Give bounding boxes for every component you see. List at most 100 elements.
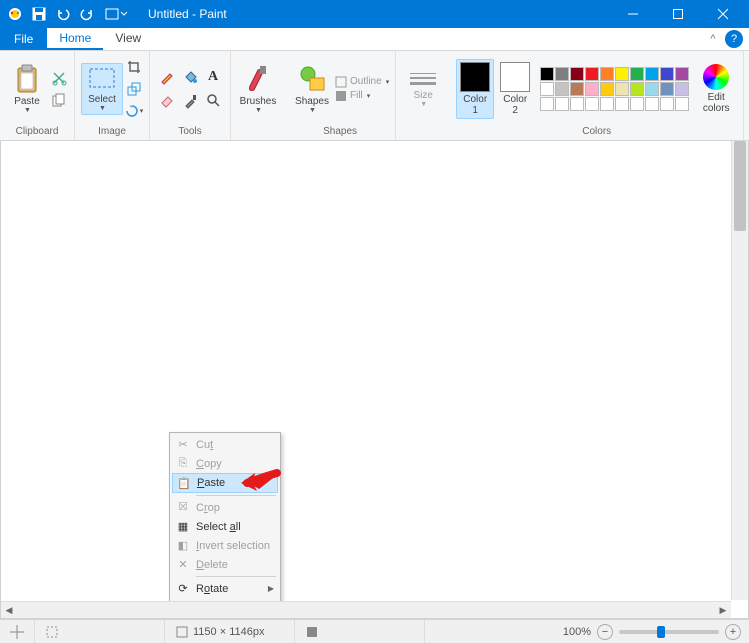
- color-swatch[interactable]: [570, 97, 584, 111]
- color-swatch[interactable]: [675, 97, 689, 111]
- color-swatch[interactable]: [630, 97, 644, 111]
- crop-icon: ⮽: [174, 501, 192, 514]
- horizontal-scrollbar[interactable]: ◀▶: [1, 601, 731, 618]
- color-swatch[interactable]: [660, 97, 674, 111]
- scissors-icon: ✂: [174, 438, 192, 451]
- fill-tool[interactable]: [179, 66, 201, 88]
- color-swatch[interactable]: [630, 67, 644, 81]
- copy-icon: ⎘: [174, 457, 192, 470]
- save-button[interactable]: [28, 3, 50, 25]
- qat-customize[interactable]: [100, 3, 130, 25]
- color2-swatch: [500, 62, 530, 92]
- paste-label: Paste: [14, 96, 40, 107]
- shapes-label: Shapes: [295, 96, 329, 107]
- eraser-tool[interactable]: [156, 89, 178, 111]
- shapes-icon: [298, 64, 326, 94]
- color-swatch[interactable]: [585, 67, 599, 81]
- color-swatch[interactable]: [645, 67, 659, 81]
- vertical-scrollbar[interactable]: [731, 141, 748, 600]
- color-swatch[interactable]: [645, 97, 659, 111]
- undo-button[interactable]: [52, 3, 74, 25]
- file-tab[interactable]: File: [0, 28, 47, 50]
- shapes-group-label: Shapes: [323, 124, 357, 140]
- color-swatch[interactable]: [555, 97, 569, 111]
- ribbon-tabs: File Home View ^ ?: [0, 28, 749, 51]
- outline-button[interactable]: Outline▾: [335, 76, 389, 88]
- color-swatch[interactable]: [600, 97, 614, 111]
- redo-button[interactable]: [76, 3, 98, 25]
- color1-swatch: [460, 62, 490, 92]
- zoom-in-button[interactable]: +: [725, 624, 741, 640]
- color-swatch[interactable]: [615, 67, 629, 81]
- color-swatch[interactable]: [600, 82, 614, 96]
- color-swatch[interactable]: [675, 82, 689, 96]
- color-swatch[interactable]: [645, 82, 659, 96]
- ctx-select-all[interactable]: ▦Select all: [172, 517, 278, 536]
- minimize-button[interactable]: [610, 0, 655, 28]
- clipboard-group: Paste▼ Clipboard: [0, 51, 75, 140]
- ctx-copy: ⎘Copy: [172, 454, 278, 473]
- picker-tool[interactable]: [179, 89, 201, 111]
- clipboard-group-label: Clipboard: [16, 124, 59, 140]
- fill-icon: [335, 90, 347, 102]
- select-icon: [87, 66, 117, 92]
- shapes-button[interactable]: Shapes▼: [291, 61, 333, 117]
- color-swatch[interactable]: [555, 82, 569, 96]
- text-tool[interactable]: A: [202, 66, 224, 88]
- invert-selection-icon: ◧: [174, 539, 192, 552]
- help-button[interactable]: ?: [725, 30, 743, 48]
- color-palette: [540, 67, 689, 111]
- color1-button[interactable]: Color 1: [456, 59, 494, 119]
- magnifier-tool[interactable]: [202, 89, 224, 111]
- close-button[interactable]: [700, 0, 745, 28]
- ctx-invert-selection: ◧Invert selection: [172, 536, 278, 555]
- brushes-group: Brushes▼: [231, 51, 285, 140]
- view-tab[interactable]: View: [103, 28, 153, 50]
- zoom-slider[interactable]: [619, 630, 719, 634]
- zoom-out-button[interactable]: −: [597, 624, 613, 640]
- edit-colors-button[interactable]: Edit colors: [695, 61, 737, 117]
- color-swatch[interactable]: [540, 67, 554, 81]
- paste-button[interactable]: Paste▼: [6, 61, 48, 117]
- color-swatch[interactable]: [585, 97, 599, 111]
- ctx-paste[interactable]: 📋Paste: [172, 473, 278, 493]
- ctx-rotate[interactable]: ⟳Rotate▶: [172, 579, 278, 598]
- color-swatch[interactable]: [660, 82, 674, 96]
- select-button[interactable]: Select▼: [81, 63, 123, 115]
- color-swatch[interactable]: [615, 97, 629, 111]
- scissors-icon: [52, 71, 66, 85]
- resize-button[interactable]: [125, 80, 143, 98]
- size-icon: [410, 70, 436, 88]
- color-swatch[interactable]: [585, 82, 599, 96]
- rotate-button[interactable]: ▾: [125, 102, 143, 120]
- home-tab[interactable]: Home: [47, 28, 103, 50]
- cut-button[interactable]: [50, 69, 68, 87]
- color-swatch[interactable]: [600, 67, 614, 81]
- canvas[interactable]: [7, 147, 730, 600]
- brush-icon: [244, 64, 272, 94]
- color-swatch[interactable]: [675, 67, 689, 81]
- color-swatch[interactable]: [570, 67, 584, 81]
- color-swatch[interactable]: [630, 82, 644, 96]
- color-swatch[interactable]: [660, 67, 674, 81]
- file-size: [295, 620, 425, 643]
- ctx-crop: ⮽Crop: [172, 498, 278, 517]
- color-swatch[interactable]: [570, 82, 584, 96]
- outline-icon: [335, 76, 347, 88]
- color-swatch[interactable]: [540, 97, 554, 111]
- color2-button[interactable]: Color 2: [496, 59, 534, 119]
- brushes-button[interactable]: Brushes▼: [237, 61, 279, 117]
- minimize-ribbon-button[interactable]: ^: [701, 28, 725, 50]
- color-swatch[interactable]: [540, 82, 554, 96]
- pencil-tool[interactable]: [156, 66, 178, 88]
- size-button[interactable]: Size▼: [402, 67, 444, 111]
- delete-icon: ✕: [174, 558, 192, 571]
- copy-button[interactable]: [50, 91, 68, 109]
- crosshair-icon: [10, 625, 24, 639]
- copy-icon: [52, 93, 66, 107]
- fill-button[interactable]: Fill▾: [335, 90, 370, 102]
- crop-button[interactable]: [125, 58, 143, 76]
- maximize-button[interactable]: [655, 0, 700, 28]
- color-swatch[interactable]: [615, 82, 629, 96]
- color-swatch[interactable]: [555, 67, 569, 81]
